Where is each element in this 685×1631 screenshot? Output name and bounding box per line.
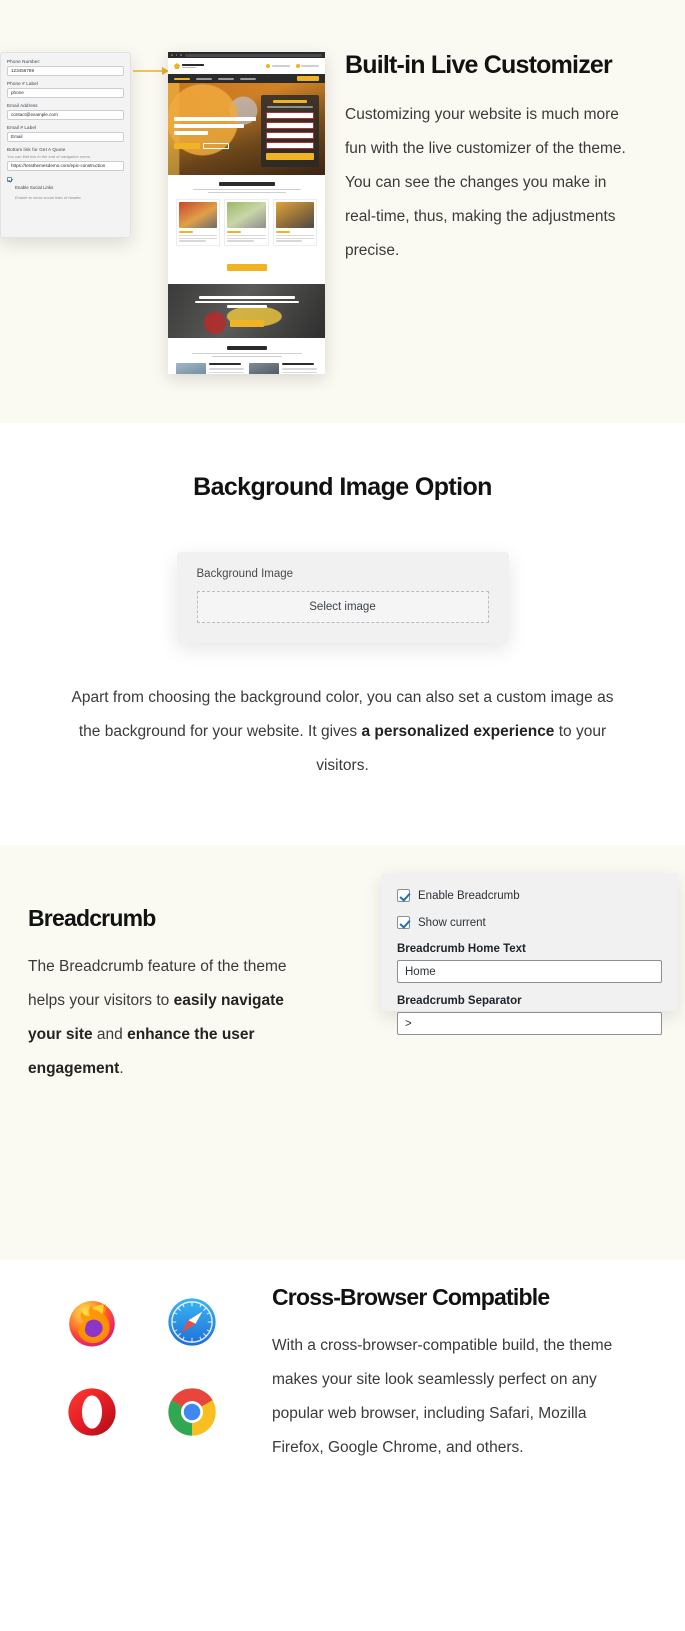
breadcrumb-copy: Breadcrumb The Breadcrumb feature of the… <box>28 905 298 1086</box>
background-image-control-card: Background Image Select image <box>176 552 509 643</box>
checkbox-description: Enable to show social links of header. <box>15 195 82 200</box>
preview-cta-button <box>168 252 325 285</box>
phone-number-input[interactable]: 123456789 <box>7 66 124 76</box>
phone-label-input[interactable]: phone <box>7 88 124 98</box>
customizer-settings-panel: Phone Number: 123456789 Phone # Label ph… <box>0 52 131 238</box>
browser-logo-grid <box>42 1294 242 1440</box>
preview-about-block <box>168 175 325 253</box>
field-label: Bottom link for Get A Quote <box>7 147 66 152</box>
feature-showcase-page: Phone Number: 123456789 Phone # Label ph… <box>0 0 685 1590</box>
bc-para-middle: and <box>92 1026 128 1043</box>
preview-site-header <box>168 58 325 74</box>
bg-para-bold: a personalized experience <box>361 723 555 740</box>
bc-para-end: . <box>119 1060 124 1077</box>
enable-breadcrumb-label: Enable Breadcrumb <box>418 889 520 902</box>
breadcrumb-heading: Breadcrumb <box>28 905 156 931</box>
customizer-copy: Built-in Live Customizer Customizing you… <box>345 50 655 268</box>
checkbox-label: Enable Social Links <box>15 185 54 190</box>
customizer-heading: Built-in Live Customizer <box>345 51 613 79</box>
enable-social-links-row[interactable]: Enable Social Links Enable to show socia… <box>7 176 124 202</box>
field-label: Email Address <box>7 103 38 108</box>
preview-projects-block <box>168 338 325 374</box>
show-current-row[interactable]: Show current <box>397 916 662 929</box>
quote-link-input[interactable]: https://terathemesdemo.com/epic-construc… <box>7 161 124 171</box>
firefox-icon <box>69 1301 115 1347</box>
breadcrumb-paragraph: The Breadcrumb feature of the theme help… <box>28 950 290 1086</box>
customizer-paragraph: Customizing your website is much more fu… <box>345 106 626 259</box>
background-image-section: Background Image Option Background Image… <box>0 423 685 845</box>
field-email-address: Email Address contact@example.com <box>7 103 124 120</box>
breadcrumb-home-text-input[interactable]: Home <box>397 960 662 983</box>
cross-browser-copy: Cross-Browser Compatible With a cross-br… <box>272 1284 647 1465</box>
email-address-input[interactable]: contact@example.com <box>7 110 124 120</box>
background-paragraph: Apart from choosing the background color… <box>69 681 617 783</box>
home-text-label: Breadcrumb Home Text <box>397 943 526 955</box>
field-label: Email # Label <box>7 125 37 130</box>
field-phone-number: Phone Number: 123456789 <box>7 59 124 76</box>
preview-hero <box>168 83 325 175</box>
cross-browser-heading: Cross-Browser Compatible <box>272 1284 550 1310</box>
field-label: Phone # Label <box>7 81 38 86</box>
breadcrumb-separator-input[interactable]: > <box>397 1012 662 1035</box>
website-preview-thumbnail <box>168 52 325 374</box>
field-email-label: Email # Label Email <box>7 125 124 142</box>
preview-banner-strip <box>168 284 325 339</box>
enable-breadcrumb-row[interactable]: Enable Breadcrumb <box>397 889 662 902</box>
separator-label: Breadcrumb Separator <box>397 995 522 1007</box>
field-description: You can find this in the end of navigati… <box>7 154 92 159</box>
checkbox-checked-icon[interactable] <box>7 177 12 182</box>
background-heading: Background Image Option <box>193 473 492 501</box>
breadcrumb-settings-panel: Enable Breadcrumb Show current Breadcrum… <box>381 873 678 1035</box>
safari-icon <box>168 1298 216 1346</box>
preview-quote-form <box>261 95 319 167</box>
live-customizer-section: Phone Number: 123456789 Phone # Label ph… <box>0 0 685 423</box>
arrow-right-icon <box>133 67 169 75</box>
chrome-icon <box>168 1388 216 1436</box>
preview-site-nav <box>168 74 325 83</box>
checkbox-checked-icon[interactable] <box>397 889 410 902</box>
opera-icon <box>68 1388 116 1436</box>
breadcrumb-section: Breadcrumb The Breadcrumb feature of the… <box>0 845 685 1260</box>
field-quote-link: Bottom link for Get A Quote You can find… <box>7 147 124 171</box>
select-image-button[interactable]: Select image <box>196 591 489 623</box>
cross-browser-paragraph: With a cross-browser-compatible build, t… <box>272 1337 613 1456</box>
checkbox-checked-icon[interactable] <box>397 916 410 929</box>
field-label: Phone Number: <box>7 59 41 64</box>
cross-browser-section: Cross-Browser Compatible With a cross-br… <box>0 1260 685 1590</box>
field-phone-label: Phone # Label phone <box>7 81 124 98</box>
show-current-label: Show current <box>418 916 486 929</box>
background-image-label: Background Image <box>196 568 294 580</box>
email-label-input[interactable]: Email <box>7 132 124 142</box>
